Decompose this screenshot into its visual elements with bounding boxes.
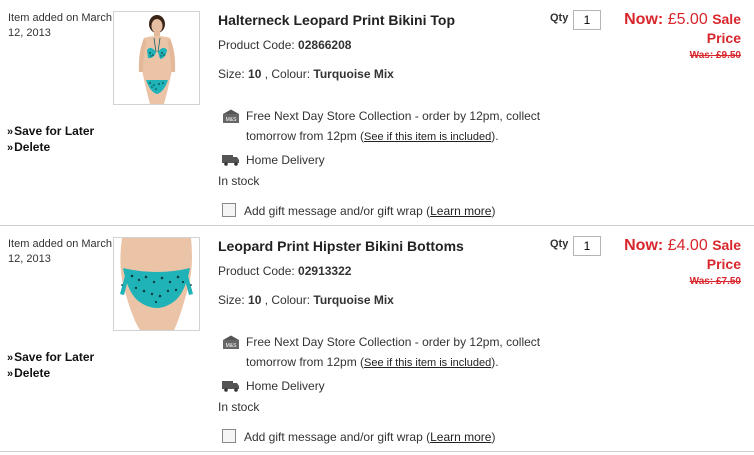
store-collection-end: ). (491, 129, 499, 143)
gift-label-end: ) (491, 204, 496, 218)
sale-label-line2: Price (706, 256, 741, 272)
product-code: Product Code: 02913322 (218, 264, 351, 278)
product-size-colour: Size: 10 , Colour: Turquoise Mix (218, 67, 394, 81)
qty-label: Qty (550, 238, 569, 250)
product-code-value: 02913322 (298, 264, 352, 278)
gift-checkbox[interactable] (222, 429, 236, 443)
product-title[interactable]: Halterneck Leopard Print Bikini Top (218, 12, 455, 28)
price-block: Now: £5.00 Sale Price Was: £9.50 (601, 10, 741, 63)
store-collection-line1: Free Next Day Store Collection - order b… (246, 335, 541, 349)
see-if-included-link[interactable]: See if this item is included (364, 357, 491, 369)
colour-label: , Colour: (261, 293, 314, 307)
save-for-later-link[interactable]: Save for Later (7, 124, 94, 140)
store-collection-line2: tomorrow from 12pm ( (246, 129, 365, 143)
store-collection-line2: tomorrow from 12pm ( (246, 355, 365, 369)
size-value: 10 (248, 293, 262, 307)
qty-label: Qty (550, 12, 569, 24)
learn-more-link[interactable]: Learn more (430, 204, 491, 218)
stock-status: In stock (218, 400, 260, 414)
size-label: Size: (218, 67, 249, 81)
product-code-label: Product Code: (218, 264, 299, 278)
basket-item: Item added on March 12, 2013 Save for La… (0, 226, 754, 452)
qty-input[interactable] (573, 236, 601, 256)
gift-checkbox[interactable] (222, 203, 236, 217)
store-collection-end: ). (491, 355, 499, 369)
sale-label-line2: Price (706, 30, 741, 46)
item-actions: Save for Later Delete (7, 124, 94, 156)
item-added-date: Item added on March 12, 2013 (8, 238, 112, 265)
qty-input[interactable] (573, 10, 601, 30)
stock-status: In stock (218, 174, 260, 188)
item-actions: Save for Later Delete (7, 350, 94, 382)
delete-link[interactable]: Delete (7, 140, 94, 156)
now-price: £4.00 (667, 237, 708, 254)
store-collection-line1: Free Next Day Store Collection - order b… (246, 109, 541, 123)
delivery-van-icon (222, 380, 240, 392)
product-code: Product Code: 02866208 (218, 38, 351, 52)
home-delivery-label: Home Delivery (246, 153, 325, 167)
product-code-label: Product Code: (218, 38, 299, 52)
now-price: £5.00 (667, 11, 708, 28)
product-image[interactable] (113, 11, 200, 105)
now-label: Now: (624, 11, 664, 28)
colour-value: Turquoise Mix (313, 293, 394, 307)
product-size-colour: Size: 10 , Colour: Turquoise Mix (218, 293, 394, 307)
product-code-value: 02866208 (298, 38, 352, 52)
product-image[interactable] (113, 237, 200, 331)
see-if-included-link[interactable]: See if this item is included (364, 131, 491, 143)
was-price: Was: £7.50 (689, 276, 741, 287)
gift-label: Add gift message and/or gift wrap ( (244, 430, 431, 444)
product-title[interactable]: Leopard Print Hipster Bikini Bottoms (218, 238, 464, 254)
basket-item: Item added on March 12, 2013 Save for La… (0, 0, 754, 226)
save-for-later-link[interactable]: Save for Later (7, 350, 94, 366)
sale-label: Sale (712, 237, 741, 253)
was-price: Was: £9.50 (689, 50, 741, 61)
store-logo-text: M&S (226, 117, 238, 123)
delivery-van-icon (222, 154, 240, 166)
store-icon: M&S (222, 109, 240, 123)
size-label: Size: (218, 293, 249, 307)
delete-link[interactable]: Delete (7, 366, 94, 382)
colour-value: Turquoise Mix (313, 67, 394, 81)
learn-more-link[interactable]: Learn more (430, 430, 491, 444)
store-logo-text: M&S (226, 343, 238, 349)
gift-label: Add gift message and/or gift wrap ( (244, 204, 431, 218)
sale-label: Sale (712, 11, 741, 27)
home-delivery-label: Home Delivery (246, 379, 325, 393)
item-added-date: Item added on March 12, 2013 (8, 12, 112, 39)
colour-label: , Colour: (261, 67, 314, 81)
price-block: Now: £4.00 Sale Price Was: £7.50 (601, 236, 741, 289)
size-value: 10 (248, 67, 262, 81)
store-icon: M&S (222, 335, 240, 349)
now-label: Now: (624, 237, 664, 254)
gift-label-end: ) (491, 430, 496, 444)
